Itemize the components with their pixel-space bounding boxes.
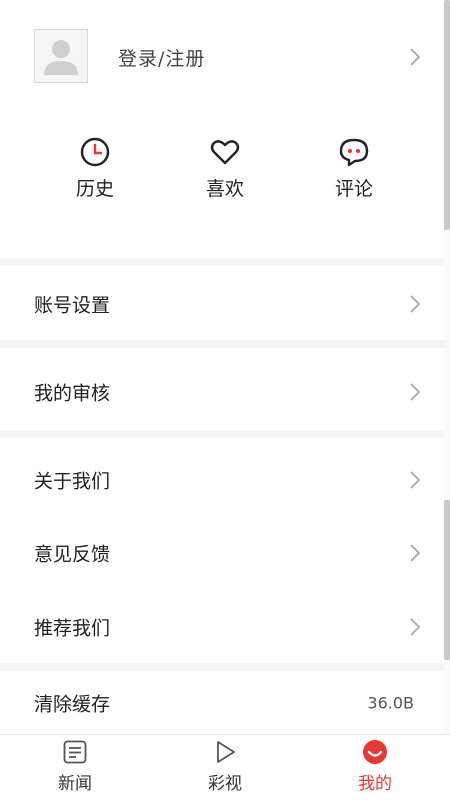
menu-recommend-us-label: 推荐我们: [34, 617, 111, 640]
default-avatar-icon: [44, 40, 78, 75]
section-divider: [0, 340, 444, 348]
cache-size-value: 36.0B: [367, 693, 414, 713]
chevron-right-icon: [410, 544, 421, 562]
nav-news-label: 新闻: [58, 774, 92, 794]
shortcut-comments-label: 评论: [334, 178, 373, 200]
menu-recommend-us[interactable]: 推荐我们: [0, 591, 444, 663]
heart-icon: [210, 140, 240, 165]
menu-my-review-label: 我的审核: [34, 382, 111, 405]
nav-me-label: 我的: [358, 774, 392, 794]
menu-account-settings-label: 账号设置: [34, 294, 111, 317]
chevron-right-icon: [410, 471, 421, 489]
play-icon: [217, 741, 235, 763]
menu-my-review[interactable]: 我的审核: [0, 356, 444, 428]
nav-video[interactable]: 彩视: [180, 739, 270, 794]
comment-icon: [339, 138, 369, 167]
scrollbar-thumb-secondary[interactable]: [444, 500, 450, 660]
menu-feedback[interactable]: 意见反馈: [0, 517, 444, 589]
menu-feedback-label: 意见反馈: [34, 543, 111, 566]
login-register-link[interactable]: 登录/注册: [118, 44, 205, 71]
shortcut-likes-label: 喜欢: [205, 178, 244, 200]
nav-news[interactable]: 新闻: [30, 739, 120, 794]
shortcut-history-label: 历史: [75, 178, 114, 200]
news-icon: [63, 740, 87, 764]
chevron-right-icon: [410, 383, 421, 401]
menu-about-us-label: 关于我们: [34, 470, 111, 493]
shortcut-bar: 历史 喜欢 评论: [0, 120, 444, 240]
section-divider: [0, 663, 444, 671]
nav-video-label: 彩视: [208, 774, 242, 794]
clock-icon: [80, 137, 110, 167]
menu-account-settings[interactable]: 账号设置: [0, 268, 444, 340]
nav-me[interactable]: 我的: [330, 739, 420, 794]
chevron-right-icon: [410, 295, 421, 313]
shortcut-comments[interactable]: 评论: [314, 136, 394, 201]
scrollbar-thumb[interactable]: [444, 0, 450, 230]
section-divider: [0, 258, 444, 266]
shortcut-history[interactable]: 历史: [55, 136, 135, 201]
chevron-right-icon: [410, 618, 421, 636]
menu-clear-cache-label: 清除缓存: [34, 693, 111, 716]
me-icon: [363, 740, 387, 764]
section-divider: [0, 430, 444, 438]
avatar[interactable]: [34, 29, 88, 83]
chevron-right-icon: [410, 48, 421, 66]
login-row[interactable]: 登录/注册: [0, 0, 444, 112]
bottom-nav: 新闻 彩视 我的: [0, 734, 450, 800]
profile-screen: 登录/注册 历史 喜欢 评论 账号设置 我的审核 关于我们 意见反馈 推荐我们 …: [0, 0, 450, 800]
shortcut-likes[interactable]: 喜欢: [185, 136, 265, 201]
menu-about-us[interactable]: 关于我们: [0, 444, 444, 516]
menu-clear-cache[interactable]: 清除缓存 36.0B: [0, 671, 444, 735]
